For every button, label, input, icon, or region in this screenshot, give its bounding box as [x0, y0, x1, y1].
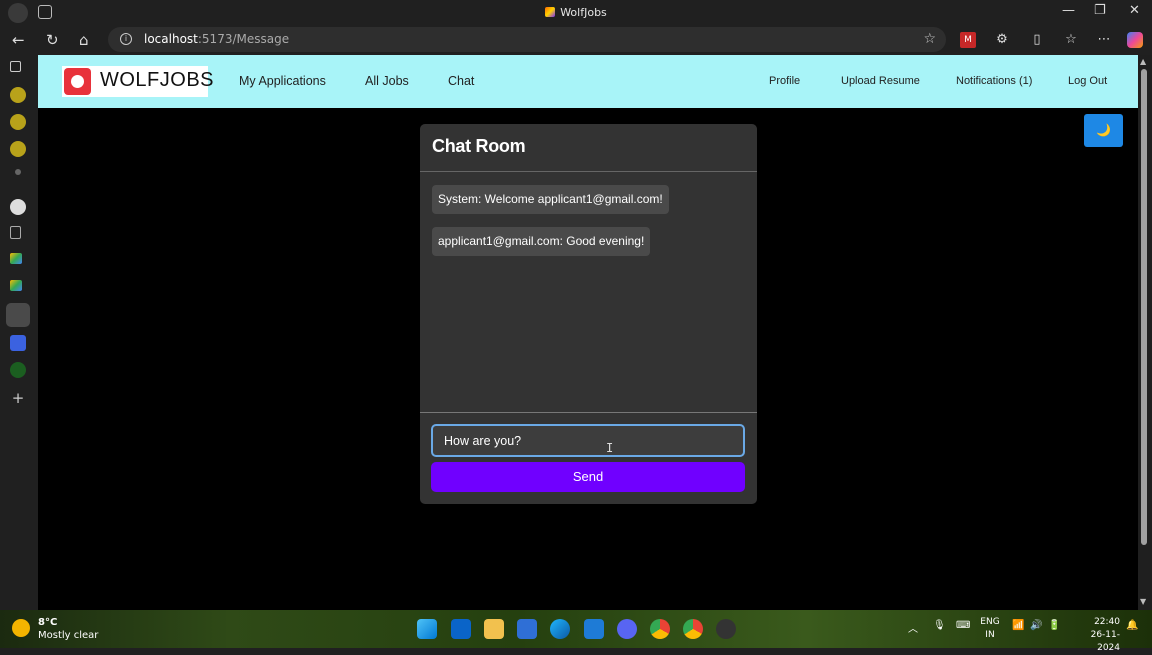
address-bar[interactable]: i localhost:5173/Message ☆ [108, 27, 946, 52]
vscode-icon[interactable] [584, 619, 604, 639]
nav-upload-resume[interactable]: Upload Resume [841, 75, 920, 87]
file-explorer-icon[interactable] [484, 619, 504, 639]
browser-toolbar: ← ↻ ⌂ i localhost:5173/Message ☆ M ⚙ ▯ ☆… [0, 25, 1152, 55]
region-code: IN [985, 630, 995, 640]
tab-icon-3[interactable] [10, 141, 26, 157]
discord-icon[interactable] [617, 619, 637, 639]
scroll-up-icon[interactable]: ▲ [1140, 57, 1146, 66]
chat-room-panel: Chat Room System: Welcome applicant1@gma… [420, 124, 757, 504]
chrome-icon-2[interactable] [683, 619, 703, 639]
site-favicon-icon [545, 7, 556, 17]
volume-icon[interactable]: 🔊 [1030, 620, 1042, 631]
chat-room-title: Chat Room [432, 136, 526, 156]
weather-condition: Mostly clear [38, 630, 99, 641]
page-viewport: WOLFJOBS My Applications All Jobs Chat P… [38, 55, 1138, 610]
text-cursor-icon: I [606, 441, 614, 455]
brand-logo[interactable]: WOLFJOBS [62, 66, 214, 97]
moon-icon: 🌙 [1096, 123, 1111, 137]
tab-icon-2[interactable] [10, 114, 26, 130]
page-scrollbar[interactable]: ▲ ▼ [1138, 55, 1152, 610]
browser-titlebar: WolfJobs — ❐ ✕ [0, 0, 1152, 25]
scrollbar-thumb[interactable] [1141, 69, 1147, 545]
tray-overflow-icon[interactable]: ︿ [908, 620, 918, 635]
favorite-star-icon[interactable]: ☆ [923, 27, 936, 52]
nav-chat[interactable]: Chat [448, 74, 474, 88]
drive-icon-2[interactable] [10, 280, 22, 291]
keyboard-icon[interactable]: ⌨ [956, 620, 970, 631]
todo-icon[interactable] [517, 619, 537, 639]
url-host: localhost [144, 32, 198, 46]
url-path: :5173/Message [197, 32, 290, 46]
system-clock[interactable]: 22:40 26-11-2024 [1070, 616, 1120, 655]
temperature: 8°C [38, 617, 58, 628]
send-button[interactable]: Send [431, 462, 745, 492]
meet-icon[interactable] [10, 335, 26, 351]
app-navbar: WOLFJOBS My Applications All Jobs Chat P… [38, 55, 1138, 108]
divider [420, 171, 757, 172]
divider [420, 412, 757, 413]
window-title-text: WolfJobs [560, 6, 607, 19]
drive-icon[interactable] [10, 253, 22, 264]
site-info-icon[interactable]: i [120, 33, 132, 45]
tab-actions-icon[interactable] [10, 61, 21, 72]
tab-icon-1[interactable] [10, 87, 26, 103]
chrome-icon[interactable] [650, 619, 670, 639]
start-icon[interactable] [417, 619, 437, 639]
home-icon[interactable]: ⌂ [79, 31, 89, 49]
nav-profile[interactable]: Profile [769, 75, 800, 87]
clock-time: 22:40 [1094, 617, 1120, 627]
close-icon[interactable]: ✕ [1129, 3, 1140, 18]
more-menu-icon[interactable]: ⋯ [1096, 32, 1112, 48]
theme-toggle-button[interactable]: 🌙 [1084, 114, 1123, 147]
window-title: WolfJobs [0, 6, 1152, 19]
clock-date: 26-11-2024 [1090, 630, 1120, 653]
outlook-icon[interactable] [451, 619, 471, 639]
nav-all-jobs[interactable]: All Jobs [365, 74, 409, 88]
back-icon[interactable]: ← [12, 31, 25, 49]
edge-icon[interactable] [550, 619, 570, 639]
chat-message: System: Welcome applicant1@gmail.com! [432, 185, 669, 214]
chat-message: applicant1@gmail.com: Good evening! [432, 227, 651, 256]
app-icon[interactable] [716, 619, 736, 639]
language-indicator[interactable]: ENG IN [980, 616, 1000, 642]
github-icon[interactable] [10, 199, 26, 215]
minimize-icon[interactable]: — [1062, 3, 1075, 18]
weather-moon-icon [12, 619, 30, 637]
language-code: ENG [980, 617, 1000, 627]
scroll-down-icon[interactable]: ▼ [1140, 597, 1146, 606]
tab-icon-5[interactable] [10, 362, 26, 378]
brand-name: WOLFJOBS [100, 69, 215, 91]
new-tab-plus-icon[interactable]: + [10, 391, 26, 407]
extension-icon[interactable]: M [960, 32, 976, 48]
windows-taskbar: 8°C Mostly clear ︿ 🎙 ⌨ ENG IN 📶 🔊 🔋 22:40… [0, 610, 1152, 653]
browser-sidebar: + [0, 55, 38, 610]
notification-bell-icon[interactable]: 🔔 [1126, 620, 1138, 631]
tab-icon-4[interactable] [15, 169, 21, 175]
wolfjobs-logo-icon [64, 68, 91, 95]
nav-notifications[interactable]: Notifications (1) [956, 75, 1032, 87]
active-tab-wolfjobs[interactable] [6, 303, 30, 327]
extensions-puzzle-icon[interactable]: ⚙ [994, 32, 1010, 48]
copilot-icon[interactable] [1127, 32, 1143, 48]
nav-my-applications[interactable]: My Applications [239, 74, 326, 88]
restore-icon[interactable]: ❐ [1094, 3, 1106, 18]
microphone-icon[interactable]: 🎙 [933, 620, 946, 631]
wifi-icon[interactable]: 📶 [1012, 620, 1024, 631]
document-icon[interactable] [10, 226, 21, 239]
refresh-icon[interactable]: ↻ [46, 31, 59, 49]
nav-log-out[interactable]: Log Out [1068, 75, 1107, 87]
battery-icon[interactable]: 🔋 [1048, 620, 1060, 631]
favorites-icon[interactable]: ☆ [1063, 32, 1079, 48]
split-screen-icon[interactable]: ▯ [1029, 32, 1045, 48]
message-input[interactable] [431, 424, 745, 457]
